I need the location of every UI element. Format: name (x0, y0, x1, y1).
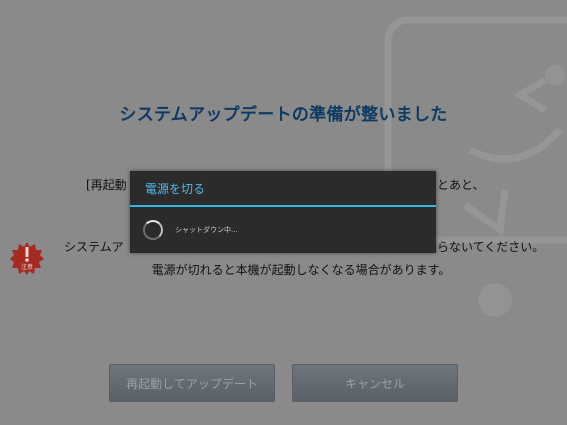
cancel-button[interactable]: キャンセル (292, 364, 458, 402)
dialog-title: 電源を切る (145, 182, 206, 196)
power-off-dialog: 電源を切る シャットダウン中... (130, 171, 436, 253)
dialog-message: シャットダウン中... (175, 226, 238, 234)
page-title: システムアップデートの準備が整いました (119, 105, 448, 125)
warning-text-start: システムア (64, 240, 124, 254)
warning-text-line2: 電源が切れると本機が起動しなくなる場合があります。 (151, 263, 451, 277)
dialog-title-divider (130, 205, 436, 207)
restart-update-button[interactable]: 再起動してアップデート (109, 364, 275, 402)
warning-text-end: らないてください。 (437, 240, 545, 254)
instruction-text-end: とあと、 (437, 178, 485, 192)
loading-spinner-icon (143, 220, 163, 240)
update-screen: システムアップデートの準備が整いました [再起動 とあと、 注意 システムア ら… (0, 0, 567, 425)
instruction-text-start: [再起動 (86, 178, 127, 192)
